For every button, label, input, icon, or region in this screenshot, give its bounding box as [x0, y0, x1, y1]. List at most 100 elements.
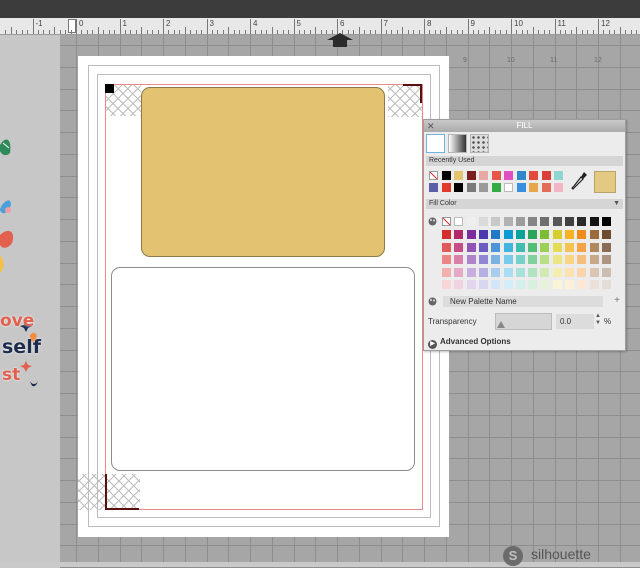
recent-color-swatch[interactable]	[466, 171, 476, 180]
palette-color-swatch[interactable]	[454, 280, 464, 289]
palette-color-swatch[interactable]	[515, 255, 525, 264]
palette-color-swatch[interactable]	[442, 230, 451, 239]
add-palette-icon[interactable]: +	[614, 295, 620, 306]
recent-color-swatch[interactable]	[541, 183, 551, 192]
gradient-fill-tab[interactable]	[448, 134, 467, 153]
gray-color-swatch[interactable]	[491, 217, 501, 226]
palette-color-swatch[interactable]	[565, 267, 574, 277]
recent-color-swatch[interactable]	[441, 183, 451, 192]
transparency-stepper[interactable]: ▲ ▼	[595, 313, 601, 327]
palette-color-swatch[interactable]	[565, 242, 574, 252]
palette-color-swatch[interactable]	[503, 242, 513, 252]
palette-color-swatch[interactable]	[528, 230, 538, 239]
palette-color-swatch[interactable]	[454, 255, 464, 264]
recent-color-swatch[interactable]	[529, 171, 538, 180]
pattern-fill-tab[interactable]	[470, 134, 489, 153]
palette-color-swatch[interactable]	[515, 280, 525, 289]
palette-color-swatch[interactable]	[540, 267, 550, 277]
palette-color-swatch[interactable]	[540, 242, 550, 252]
palette-color-swatch[interactable]	[503, 267, 513, 277]
recent-color-swatch[interactable]	[516, 183, 526, 192]
palette-color-swatch[interactable]	[454, 267, 464, 277]
palette-color-swatch[interactable]	[552, 267, 562, 277]
palette-color-swatch[interactable]	[589, 267, 599, 277]
palette-color-swatch[interactable]	[503, 255, 513, 264]
gray-color-swatch[interactable]	[454, 217, 464, 226]
recent-color-swatch[interactable]	[504, 183, 513, 192]
palette-color-swatch[interactable]	[528, 242, 538, 252]
palette-color-swatch[interactable]	[491, 230, 501, 239]
palette-color-swatch[interactable]	[528, 255, 538, 264]
recent-color-swatch[interactable]	[541, 171, 551, 180]
advanced-options-toggle[interactable]: ▶ Advanced Options	[428, 337, 511, 349]
palette-color-swatch[interactable]	[503, 280, 513, 289]
gray-color-swatch[interactable]	[601, 217, 611, 226]
palette-color-swatch[interactable]	[577, 267, 587, 277]
gray-color-swatch[interactable]	[540, 217, 550, 226]
palette-color-swatch[interactable]	[540, 230, 550, 239]
palette-color-swatch[interactable]	[454, 242, 464, 252]
palette-color-swatch[interactable]	[552, 255, 562, 264]
palette-color-swatch[interactable]	[478, 230, 488, 239]
gray-color-swatch[interactable]	[577, 217, 587, 226]
recent-color-swatch[interactable]	[441, 171, 451, 180]
palette-color-swatch[interactable]	[577, 242, 587, 252]
recent-color-swatch[interactable]	[429, 183, 438, 192]
recent-color-swatch[interactable]	[454, 183, 463, 192]
gray-color-swatch[interactable]	[552, 217, 562, 226]
fill-color-dropdown[interactable]: Fill Color ▼	[426, 199, 623, 209]
recent-color-swatch[interactable]	[454, 171, 463, 180]
recent-color-swatch[interactable]	[554, 171, 563, 180]
palette-color-swatch[interactable]	[503, 230, 513, 239]
palette-color-swatch[interactable]	[528, 267, 538, 277]
palette-color-swatch[interactable]	[466, 242, 476, 252]
palette-color-swatch[interactable]	[515, 242, 525, 252]
solid-fill-tab[interactable]	[426, 134, 445, 153]
fill-panel-titlebar[interactable]: ✕ FILL	[424, 120, 625, 132]
recent-color-swatch[interactable]	[516, 171, 526, 180]
palette-color-swatch[interactable]	[491, 242, 501, 252]
palette-color-swatch[interactable]	[466, 280, 476, 289]
palette-color-swatch[interactable]	[491, 255, 501, 264]
palette-color-swatch[interactable]	[442, 255, 451, 264]
recent-color-swatch[interactable]	[491, 183, 501, 192]
palette-color-swatch[interactable]	[491, 280, 501, 289]
eyedropper-icon[interactable]	[570, 171, 588, 193]
palette-color-swatch[interactable]	[515, 267, 525, 277]
palette-color-swatch[interactable]	[478, 255, 488, 264]
recent-color-swatch[interactable]	[529, 183, 538, 192]
palette-color-swatch[interactable]	[491, 267, 501, 277]
palette-color-swatch[interactable]	[552, 242, 562, 252]
palette-name-input[interactable]: New Palette Name	[443, 296, 603, 307]
palette-color-swatch[interactable]	[478, 280, 488, 289]
palette-color-swatch[interactable]	[577, 255, 587, 264]
palette-color-swatch[interactable]	[540, 280, 550, 289]
gray-color-swatch[interactable]	[478, 217, 488, 226]
gray-color-swatch[interactable]	[589, 217, 599, 226]
palette-icon[interactable]	[428, 217, 437, 226]
palette-color-swatch[interactable]	[552, 230, 562, 239]
palette-color-swatch[interactable]	[552, 280, 562, 289]
palette-color-swatch[interactable]	[601, 267, 611, 277]
palette-color-swatch[interactable]	[478, 242, 488, 252]
palette-color-swatch[interactable]	[565, 255, 574, 264]
recent-color-swatch[interactable]	[479, 183, 488, 192]
palette-color-swatch[interactable]	[454, 230, 464, 239]
gray-color-swatch[interactable]	[515, 217, 525, 226]
palette-color-swatch[interactable]	[577, 280, 587, 289]
gray-color-swatch[interactable]	[442, 217, 451, 226]
close-icon[interactable]: ✕	[427, 121, 435, 131]
palette-color-swatch[interactable]	[565, 230, 574, 239]
palette-color-swatch[interactable]	[442, 242, 451, 252]
recent-color-swatch[interactable]	[466, 183, 476, 192]
palette-color-swatch[interactable]	[515, 230, 525, 239]
palette-color-swatch[interactable]	[577, 230, 587, 239]
gray-color-swatch[interactable]	[466, 217, 476, 226]
palette-color-swatch[interactable]	[589, 255, 599, 264]
palette-color-swatch[interactable]	[565, 280, 574, 289]
palette-color-swatch[interactable]	[589, 230, 599, 239]
ruler-origin-marker[interactable]	[68, 19, 76, 33]
palette-color-swatch[interactable]	[442, 267, 451, 277]
palette-color-swatch[interactable]	[601, 280, 611, 289]
transparency-value-input[interactable]: 0.0	[556, 314, 594, 329]
